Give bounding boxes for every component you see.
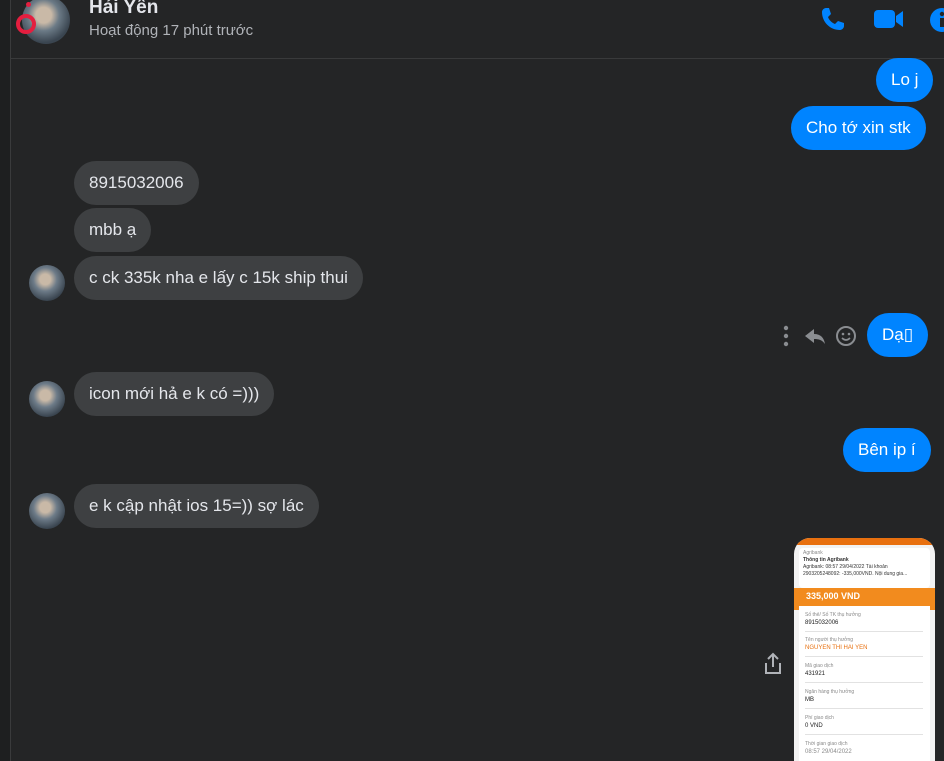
message-bubble-outgoing[interactable]: Dạ▯ [867, 313, 929, 357]
notification-title: Thông tin Agribank [803, 557, 849, 563]
receipt-amount: 335,000 VND [806, 591, 861, 601]
bank-name: Agribank [803, 550, 823, 556]
reply-icon[interactable] [805, 329, 825, 344]
field-value: 8915032006 [805, 620, 839, 626]
contact-name[interactable]: Hải Yến [89, 0, 158, 19]
message-bubble-outgoing[interactable]: Bên ip í [843, 428, 931, 472]
notification-dot [26, 2, 31, 7]
phone-status-bar [794, 538, 935, 545]
message-bubble-incoming[interactable]: mbb ạ [74, 208, 152, 252]
sender-avatar[interactable] [29, 493, 65, 529]
share-icon[interactable] [762, 652, 784, 676]
message-bubble-outgoing[interactable]: Cho tớ xin stk [791, 106, 926, 150]
phone-icon[interactable] [818, 4, 848, 34]
notification-line: 2903205248092: -335,000VND. Nội dung gia… [803, 571, 908, 577]
field-label: Ngân hàng thụ hưởng [805, 689, 855, 695]
field-label: Phí giao dịch [805, 715, 834, 721]
field-label: Số thẻ/ Số TK thụ hưởng [805, 612, 861, 618]
message-bubble-incoming[interactable]: c ck 335k nha e lấy c 15k ship thui [74, 256, 363, 300]
field-value: 431921 [805, 671, 826, 677]
more-icon[interactable] [783, 325, 789, 347]
divider [805, 708, 923, 709]
divider [805, 631, 923, 632]
field-value: NGUYEN THI HAI YEN [805, 645, 868, 651]
info-icon[interactable] [926, 4, 944, 34]
notification-badge [16, 14, 36, 34]
message-bubble-incoming[interactable]: icon mới hả e k có =))) [74, 372, 275, 416]
contact-status: Hoạt động 17 phút trước [89, 22, 254, 39]
field-value: MB [805, 697, 814, 703]
emoji-icon[interactable] [836, 326, 856, 346]
field-label: Thời gian giao dịch [805, 741, 848, 747]
field-label: Tên người thụ hưởng [805, 637, 854, 643]
message-actions [783, 325, 856, 347]
message-bubble-incoming[interactable]: e k cập nhật ios 15=)) sợ lác [74, 484, 319, 528]
field-value: 08:57 29/04/2022 [805, 749, 852, 755]
left-sidebar-edge [0, 0, 11, 761]
message-bubble-incoming[interactable]: 8915032006 [74, 161, 199, 205]
message-bubble-outgoing[interactable]: Lo j [876, 58, 934, 102]
notification-line: Agribank: 08:57 29/04/2022 Tài khoản [803, 564, 888, 570]
bank-notification: Agribank Thông tin Agribank Agribank: 08… [799, 548, 930, 588]
divider [805, 682, 923, 683]
divider [805, 734, 923, 735]
image-attachment[interactable]: 335,000 VND Agribank Thông tin Agribank … [794, 538, 935, 761]
receipt-details: Số thẻ/ Số TK thụ hưởng 8915032006 Tên n… [799, 606, 930, 761]
sender-avatar[interactable] [29, 381, 65, 417]
field-label: Mã giao dịch [805, 663, 834, 669]
sender-avatar[interactable] [29, 265, 65, 301]
field-value: 0 VND [805, 723, 823, 729]
video-icon[interactable] [872, 4, 906, 34]
divider [805, 656, 923, 657]
